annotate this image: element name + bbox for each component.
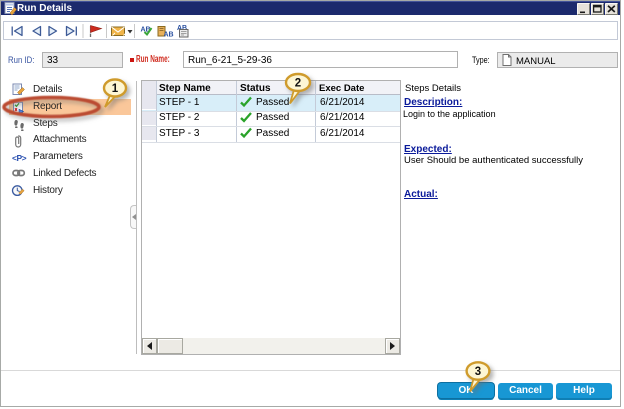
svg-text:AB: AB bbox=[164, 32, 174, 39]
svg-text:1: 1 bbox=[112, 83, 119, 95]
svg-text:2: 2 bbox=[295, 78, 301, 90]
svg-text:3: 3 bbox=[475, 366, 481, 378]
svg-text:<P>: <P> bbox=[12, 153, 27, 163]
